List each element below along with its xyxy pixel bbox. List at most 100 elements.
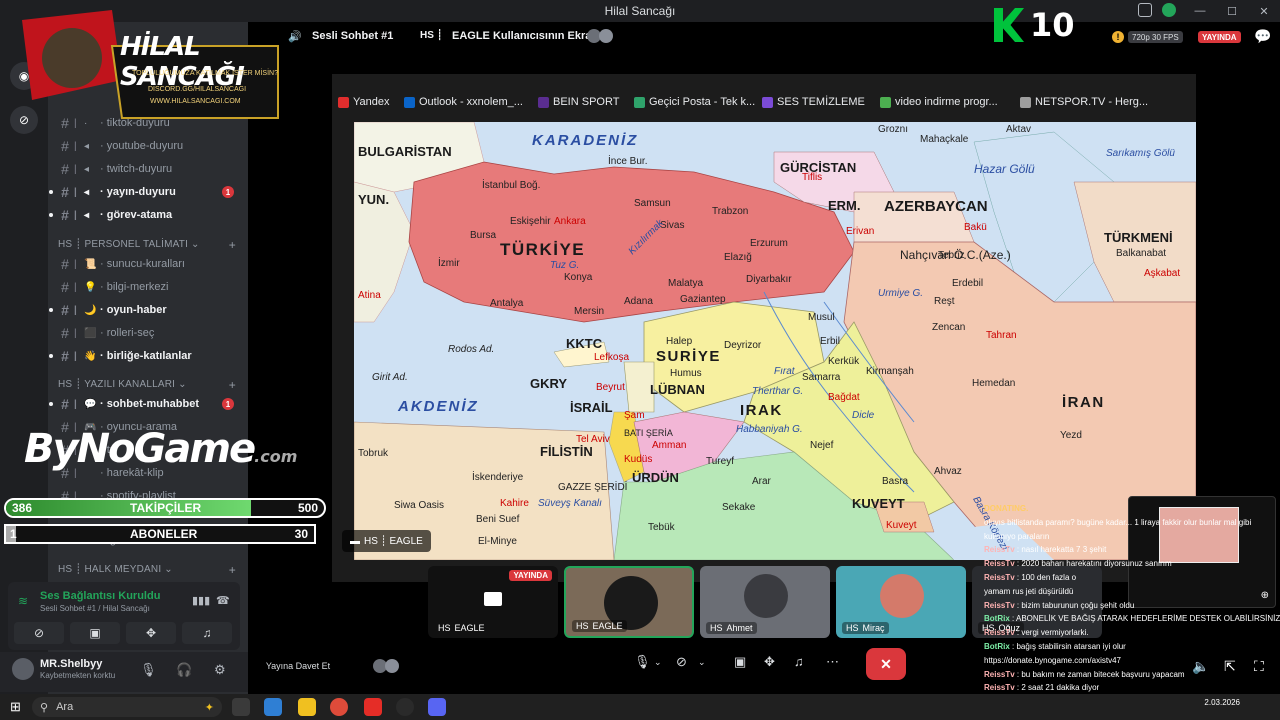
followers-goal: 500 (297, 501, 318, 515)
store-icon[interactable] (264, 698, 282, 716)
participant-tile[interactable]: HS Miraç (836, 566, 966, 638)
soundboard-icon[interactable]: ♫ (794, 654, 804, 669)
bookmark-item[interactable]: SES TEMİZLEME (762, 96, 865, 108)
channel-yayın-duyuru[interactable]: # | ◂ · yayın-duyuru 1 (49, 181, 244, 203)
soundboard-button[interactable]: ♫ (182, 622, 232, 644)
taskbar-search[interactable]: ⚲ Ara ✦ (32, 697, 222, 717)
stream-viewer-avatars[interactable] (372, 658, 402, 674)
bookmark-item[interactable]: Outlook - xxnolem_... (404, 96, 523, 108)
channel-sohbet-muhabbet[interactable]: # | 💬 · sohbet-muhabbet 1 (49, 393, 244, 415)
channel-category[interactable]: HS ┊ PERSONEL TALİMATI ⌄ + (58, 238, 242, 252)
noise-button[interactable]: ⊘ (14, 622, 64, 644)
participant-tile[interactable]: HS EAGLE (564, 566, 694, 638)
participant-tile[interactable]: HS Ahmet (700, 566, 830, 638)
channel-rolleri-seç[interactable]: # | ⬛ · rolleri-seç (56, 322, 244, 344)
share-screen-button[interactable]: ▣ (70, 622, 120, 644)
chevron-down-icon[interactable]: ⌄ (654, 657, 662, 668)
bookmark-item[interactable]: BEIN SPORT (538, 96, 619, 108)
minimize-button[interactable]: — (1184, 0, 1216, 22)
city-label: Erivan (846, 226, 875, 237)
microphone-icon[interactable]: 🎙 (634, 654, 651, 670)
city-label: Tahran (986, 330, 1017, 341)
city-label: Beyrut (596, 382, 625, 393)
channel-sunucu-kuralları[interactable]: # | 📜 · sunucu-kuralları (56, 253, 244, 275)
map-image: KARADENİZ AKDENİZ TÜRKİYE SURİYE IRAK İR… (354, 122, 1196, 560)
subscribers-label: ABONELER (130, 527, 198, 541)
category-label: HS ┊ YAZILI KANALLARI ⌄ (58, 379, 187, 390)
youtube-icon[interactable] (364, 698, 382, 716)
city-label: Trabzon (712, 206, 749, 217)
disconnect-icon[interactable]: ☎ (216, 594, 230, 607)
city-label: Tureyf (706, 456, 734, 467)
chat-text: kullanıyo paraların (984, 531, 1050, 541)
stream-tile[interactable]: YAYINDA HS EAGLE (428, 566, 558, 638)
obs-icon[interactable] (396, 698, 414, 716)
maximize-button[interactable]: ☐ (1216, 0, 1248, 22)
headphones-icon[interactable]: 🎧 (176, 662, 192, 678)
hashtag-icon: # (61, 184, 69, 200)
channel-label: · birliğe-katılanlar (100, 350, 192, 362)
help-icon[interactable] (1162, 3, 1176, 17)
chrome-icon[interactable] (330, 698, 348, 716)
channel-youtube-duyuru[interactable]: # | ◂ · youtube-duyuru (56, 135, 244, 157)
add-channel-icon[interactable]: + (229, 378, 236, 392)
channel-category[interactable]: HS ┊ HALK MEYDANI ⌄ + (58, 563, 242, 577)
city-label: Malatya (668, 278, 704, 289)
microphone-icon[interactable]: 🎙 (140, 662, 157, 678)
followers-goal-bar: 386 TAKİPÇİLER 500 (4, 498, 326, 518)
clock: 2.03.2026 (1204, 698, 1240, 708)
avatar[interactable] (12, 658, 34, 680)
windows-start-icon[interactable]: ⊞ (10, 699, 21, 715)
leave-call-button[interactable]: ✕ (866, 648, 906, 680)
voice-activity-icon[interactable]: ▮▮▮ (192, 594, 210, 607)
chat-username: ReissTv (984, 669, 1015, 679)
discord-icon[interactable] (428, 698, 446, 716)
chat-message: yamam rus jeti düşürüldü (984, 585, 1280, 599)
close-button[interactable]: ✕ (1248, 0, 1280, 22)
invite-to-stream-button[interactable]: Yayına Davet Et (258, 656, 338, 676)
channel-görev-atama[interactable]: # | ◂ · görev-atama (49, 204, 244, 226)
chat-username: BotRix (984, 614, 1010, 624)
country-label: KUVEYT (852, 496, 905, 511)
channel-label: · sunucu-kuralları (100, 258, 185, 270)
add-channel-icon[interactable]: + (229, 238, 236, 252)
country-label: İSRAİL (570, 400, 613, 415)
voice-channel-name[interactable]: Sesli Sohbet #1 (312, 30, 393, 42)
separator: | (74, 281, 77, 293)
bookmark-item[interactable]: Yandex (338, 96, 390, 108)
share-screen-icon[interactable]: ▣ (734, 654, 746, 670)
hashtag-icon: # (61, 256, 69, 272)
task-view-icon[interactable] (232, 698, 250, 716)
signal-icon[interactable]: ≋ (18, 594, 28, 608)
camera-off-icon[interactable]: ⊘ (676, 654, 687, 670)
chat-username: ReissTv (984, 628, 1015, 638)
channel-oyun-haber[interactable]: # | 🌙 · oyun-haber (49, 299, 244, 321)
chat-icon[interactable]: 💬 (1254, 28, 1271, 45)
add-channel-icon[interactable]: + (229, 563, 236, 577)
channel-category[interactable]: HS ┊ YAZILI KANALLARI ⌄ + (58, 378, 242, 392)
activities-icon[interactable]: ✥ (764, 654, 775, 670)
viewer-avatars[interactable] (586, 28, 616, 44)
inbox-icon[interactable] (1138, 3, 1152, 17)
warning-icon[interactable]: ! (1112, 31, 1124, 43)
city-label: Diyarbakır (746, 274, 792, 285)
activities-button[interactable]: ✥ (126, 622, 176, 644)
bookmark-item[interactable]: Geçici Posta - Tek k... (634, 96, 755, 108)
channel-bilgi-merkezi[interactable]: # | 💡 · bilgi-merkezi (56, 276, 244, 298)
more-options-icon[interactable]: ⋯ (826, 654, 839, 670)
bookmark-item[interactable]: video indirme progr... (880, 96, 998, 108)
country-label: TÜRKMENİ (1104, 230, 1173, 245)
bookmark-label: BEIN SPORT (553, 96, 620, 108)
subscribers-current: 1 (10, 527, 17, 541)
chevron-down-icon[interactable]: ⌄ (698, 657, 706, 668)
channel-label: · youtube-duyuru (100, 140, 184, 152)
chat-message: ReissTv : bu bakım ne zaman bitecek başv… (984, 668, 1280, 682)
file-explorer-icon[interactable] (298, 698, 316, 716)
stream-header: 🔊 Sesli Sohbet #1 HS ┊ EAGLE Kullanıcısı… (248, 22, 1280, 52)
taskbar-search-label: Ara (56, 701, 74, 713)
gear-icon[interactable]: ⚙ (214, 662, 226, 678)
channel-birliğe-katılanlar[interactable]: # | 👋 · birliğe-katılanlar (49, 345, 244, 367)
channel-twitch-duyuru[interactable]: # | ◂ · twitch-duyuru (56, 158, 244, 180)
bookmark-item[interactable]: NETSPOR.TV - Herg... (1020, 96, 1148, 108)
country-label: İRAN (1062, 394, 1105, 411)
